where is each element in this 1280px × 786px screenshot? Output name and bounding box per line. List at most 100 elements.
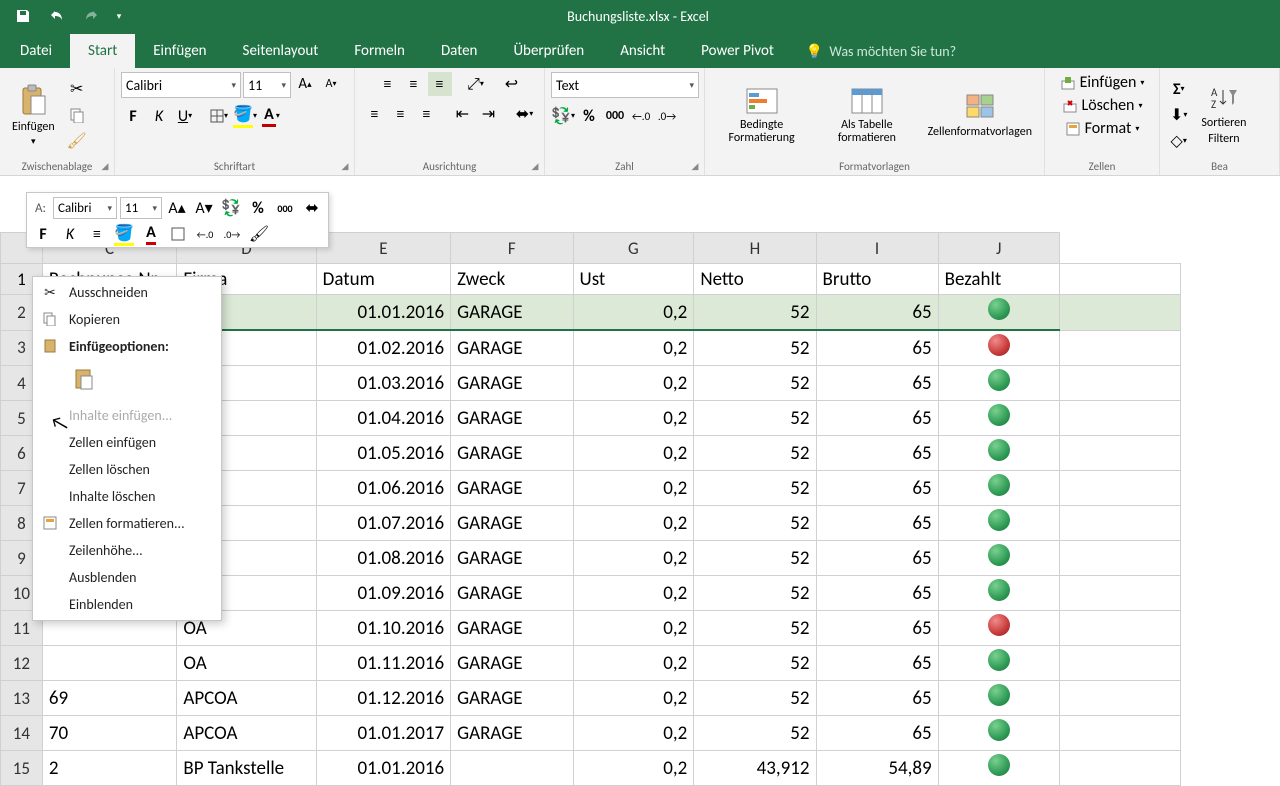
cell[interactable]: 52 [694, 401, 816, 436]
cell[interactable] [1059, 330, 1180, 366]
align-right-button[interactable]: ≡ [415, 102, 439, 126]
cell[interactable]: 65 [816, 471, 938, 506]
cell[interactable] [938, 611, 1059, 646]
align-bottom-button[interactable]: ≡ [428, 72, 452, 96]
comma-format-button[interactable]: 000 [603, 104, 627, 128]
cell[interactable] [938, 401, 1059, 436]
decrease-indent-button[interactable]: ⇤ [451, 102, 475, 126]
cell[interactable]: 01.08.2016 [316, 541, 451, 576]
tab-formeln[interactable]: Formeln [336, 34, 423, 68]
row-header[interactable]: 14 [1, 716, 43, 751]
mini-inc-decimal[interactable]: ←.0 [193, 222, 217, 246]
qat-customize-icon[interactable]: ▾ [110, 3, 128, 29]
cell[interactable] [42, 646, 177, 681]
increase-indent-button[interactable]: ⇥ [477, 102, 501, 126]
cell[interactable]: 43,912 [694, 751, 816, 786]
cell[interactable]: Bezahlt [938, 264, 1059, 295]
cell[interactable] [1059, 646, 1180, 681]
mini-font-color[interactable]: A [139, 222, 163, 246]
cell[interactable] [1059, 436, 1180, 471]
cell[interactable]: 52 [694, 366, 816, 401]
copy-button[interactable] [65, 103, 89, 127]
wrap-text-button[interactable]: ↩ [500, 72, 524, 96]
cell[interactable] [451, 751, 573, 786]
bold-button[interactable]: F [121, 104, 145, 128]
mini-percent[interactable]: % [246, 196, 270, 220]
align-middle-button[interactable]: ≡ [402, 72, 426, 96]
mini-align[interactable]: ≡ [85, 222, 109, 246]
cell[interactable]: GARAGE [451, 611, 573, 646]
tab-powerpivot[interactable]: Power Pivot [683, 34, 792, 68]
cell[interactable]: 01.02.2016 [316, 330, 451, 366]
format-painter-button[interactable]: 🖌 [65, 129, 89, 153]
ctx-row-height[interactable]: Zeilenhöhe... [33, 537, 221, 564]
increase-decimal-button[interactable]: ←.0 [629, 104, 653, 128]
mini-shrink-font[interactable]: A▾ [192, 196, 216, 220]
mini-comma[interactable]: 000 [273, 196, 297, 220]
tell-me-box[interactable]: 💡 Was möchten Sie tun? [792, 35, 970, 68]
cell[interactable]: 0,2 [573, 366, 694, 401]
ctx-delete-cells[interactable]: Zellen löschen [33, 456, 221, 483]
delete-cells-button[interactable]: Löschen▾ [1058, 95, 1147, 116]
fill-button[interactable]: ⬇▾ [1166, 103, 1191, 127]
cell[interactable]: 52 [694, 716, 816, 751]
row-header[interactable]: 12 [1, 646, 43, 681]
autosum-button[interactable]: Σ▾ [1166, 77, 1191, 101]
cell[interactable]: 65 [816, 506, 938, 541]
cell[interactable]: 65 [816, 436, 938, 471]
borders-button[interactable]: ▾ [207, 104, 231, 128]
cell[interactable]: Netto [694, 264, 816, 295]
cell[interactable] [938, 366, 1059, 401]
cell[interactable]: 52 [694, 576, 816, 611]
cell[interactable]: 65 [816, 401, 938, 436]
paste-button[interactable]: Einfügen ▾ [6, 82, 61, 149]
cell[interactable]: GARAGE [451, 646, 573, 681]
grow-font-button[interactable]: A▴ [293, 72, 317, 96]
cell[interactable]: GARAGE [451, 506, 573, 541]
conditional-format-button[interactable]: Bedingte Formatierung [711, 83, 812, 147]
cell[interactable] [1059, 751, 1180, 786]
cell[interactable]: BP Tankstelle [177, 751, 316, 786]
column-header[interactable]: I [816, 233, 938, 264]
cell[interactable] [1059, 541, 1180, 576]
cell[interactable]: 0,2 [573, 576, 694, 611]
tab-datei[interactable]: Datei [2, 34, 70, 68]
cell[interactable] [938, 471, 1059, 506]
mini-size-combo[interactable]: 11▾ [120, 197, 162, 219]
cell[interactable]: 0,2 [573, 401, 694, 436]
cell[interactable]: 52 [694, 295, 816, 331]
cell[interactable]: 65 [816, 611, 938, 646]
cell[interactable] [1059, 576, 1180, 611]
cell[interactable]: GARAGE [451, 330, 573, 366]
accounting-format-button[interactable]: 💱▾ [551, 104, 575, 128]
cell[interactable]: 65 [816, 330, 938, 366]
font-color-button[interactable]: A▾ [259, 104, 283, 128]
ctx-format-cells[interactable]: Zellen formatieren... [33, 510, 221, 537]
cell[interactable]: 0,2 [573, 295, 694, 331]
redo-button[interactable] [76, 3, 106, 29]
cell[interactable]: 0,2 [573, 330, 694, 366]
cell[interactable]: APCOA [177, 681, 316, 716]
cell[interactable]: 65 [816, 541, 938, 576]
column-header[interactable]: J [938, 233, 1059, 264]
align-left-button[interactable]: ≡ [363, 102, 387, 126]
mini-merge[interactable]: ⬌ [300, 196, 324, 220]
cell[interactable]: 01.12.2016 [316, 681, 451, 716]
dialog-launcher-icon[interactable]: ◢ [528, 159, 542, 173]
cell[interactable]: 54,89 [816, 751, 938, 786]
align-center-button[interactable]: ≡ [389, 102, 413, 126]
cell[interactable]: 01.01.2016 [316, 295, 451, 331]
cell[interactable]: 0,2 [573, 436, 694, 471]
shrink-font-button[interactable]: A▾ [319, 72, 343, 96]
cell[interactable]: 70 [42, 716, 177, 751]
cell[interactable]: GARAGE [451, 716, 573, 751]
mini-format-painter[interactable]: 🖌 [247, 222, 271, 246]
mini-grow-font[interactable]: A▴ [165, 196, 189, 220]
tab-ueberpruefen[interactable]: Überprüfen [495, 34, 602, 68]
cell[interactable]: 01.09.2016 [316, 576, 451, 611]
cell[interactable] [938, 576, 1059, 611]
clear-button[interactable]: ◇▾ [1166, 129, 1191, 153]
paste-default-button[interactable] [69, 364, 99, 394]
cell[interactable] [938, 716, 1059, 751]
cell[interactable]: 2 [42, 751, 177, 786]
